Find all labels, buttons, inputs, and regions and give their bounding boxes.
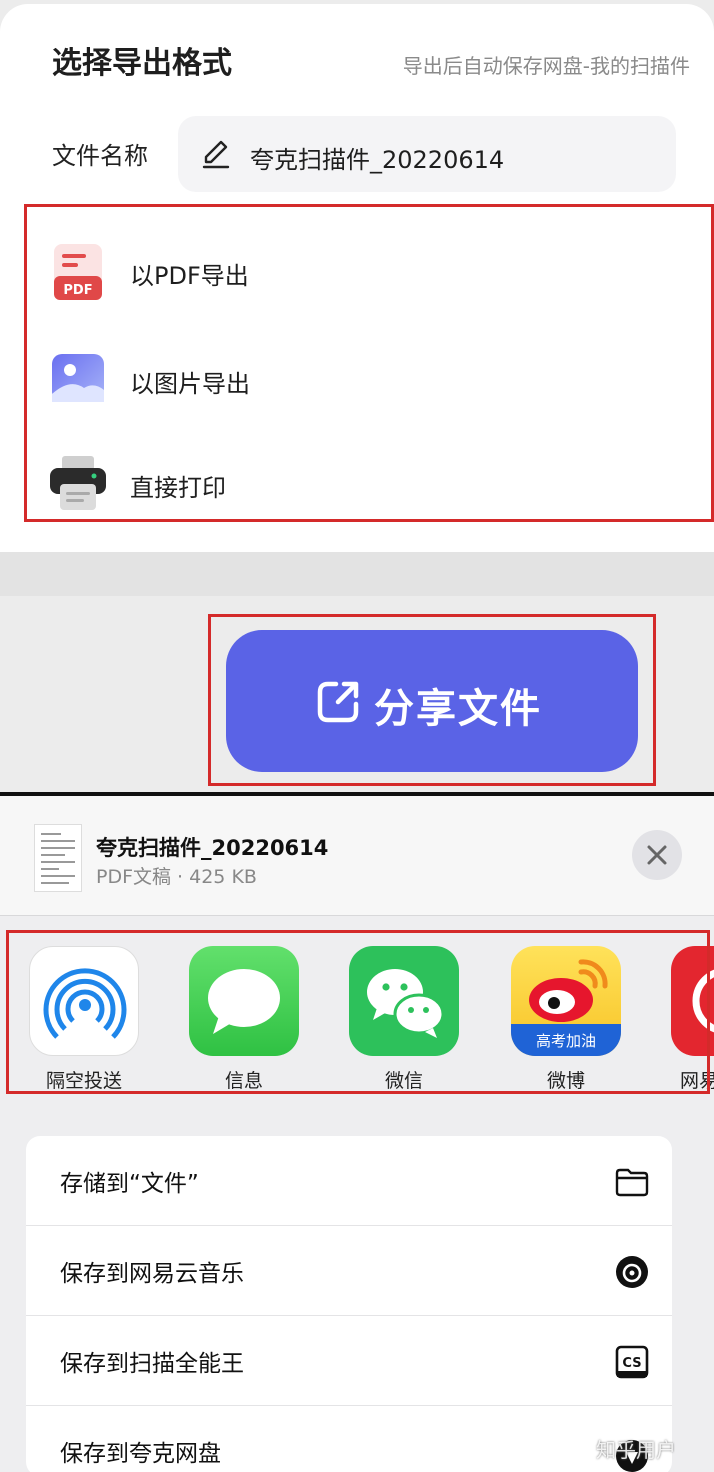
save-to-netease-label: 保存到网易云音乐 bbox=[60, 1261, 244, 1287]
export-card: 选择导出格式 导出后自动保存网盘-我的扫描件 文件名称 夸克扫描件_202206… bbox=[0, 4, 714, 552]
export-image-label: 以图片导出 bbox=[130, 370, 250, 398]
app-netease[interactable]: 网易 bbox=[670, 946, 714, 1093]
weibo-icon: 高考加油 bbox=[511, 946, 621, 1056]
export-pdf-label: 以PDF导出 bbox=[130, 262, 249, 290]
panel-hint: 导出后自动保存网盘-我的扫描件 bbox=[402, 54, 690, 78]
export-image-option[interactable]: 以图片导出 bbox=[48, 350, 668, 420]
close-icon bbox=[647, 845, 667, 865]
close-button[interactable] bbox=[632, 830, 682, 880]
save-to-files-label: 存储到“文件” bbox=[60, 1171, 199, 1197]
share-sheet: 夸克扫描件_20220614 PDF文稿 · 425 KB 隔空投送 信息 微信… bbox=[0, 796, 714, 1472]
share-icon bbox=[317, 681, 359, 723]
folder-icon bbox=[615, 1168, 649, 1197]
app-airdrop-label: 隔空投送 bbox=[45, 1070, 122, 1092]
camscanner-icon: CS bbox=[615, 1345, 649, 1379]
print-option[interactable]: 直接打印 bbox=[48, 454, 668, 524]
netease-music-icon bbox=[671, 946, 714, 1056]
app-netease-label: 网易 bbox=[680, 1070, 714, 1092]
save-to-camscanner-label: 保存到扫描全能王 bbox=[60, 1351, 244, 1377]
document-title: 夸克扫描件_20220614 bbox=[96, 836, 329, 860]
save-to-netease-action[interactable]: 保存到网易云音乐 bbox=[26, 1226, 672, 1316]
filename-label: 文件名称 bbox=[52, 142, 148, 170]
app-wechat-label: 微信 bbox=[384, 1070, 423, 1092]
messages-icon bbox=[189, 946, 299, 1056]
share-actions-list: 存储到“文件” 保存到网易云音乐 保存到扫描全能王 CS 保存到夸克网盘 bbox=[26, 1136, 672, 1472]
app-messages-label: 信息 bbox=[224, 1070, 263, 1092]
app-airdrop[interactable]: 隔空投送 bbox=[28, 946, 140, 1093]
pencil-icon bbox=[202, 140, 230, 169]
filename-value: 夸克扫描件_20220614 bbox=[250, 146, 505, 174]
weibo-badge-text: 高考加油 bbox=[536, 1032, 596, 1050]
save-to-quark-label: 保存到夸克网盘 bbox=[60, 1441, 221, 1467]
app-weibo-label: 微博 bbox=[546, 1070, 585, 1092]
print-label: 直接打印 bbox=[130, 474, 226, 502]
document-meta: PDF文稿 · 425 KB bbox=[96, 866, 257, 888]
export-pdf-option[interactable]: PDF 以PDF导出 bbox=[48, 242, 668, 312]
divider-strip bbox=[0, 552, 714, 596]
save-to-camscanner-action[interactable]: 保存到扫描全能王 CS bbox=[26, 1316, 672, 1406]
share-sheet-header: 夸克扫描件_20220614 PDF文稿 · 425 KB bbox=[0, 796, 714, 916]
printer-icon bbox=[50, 456, 106, 510]
app-weibo[interactable]: 高考加油 微博 bbox=[510, 946, 622, 1093]
camscanner-badge-text: CS bbox=[622, 1356, 641, 1371]
share-file-button[interactable]: 分享文件 bbox=[226, 630, 638, 772]
app-wechat[interactable]: 微信 bbox=[348, 946, 460, 1093]
save-to-files-action[interactable]: 存储到“文件” bbox=[26, 1136, 672, 1226]
airdrop-icon bbox=[29, 946, 139, 1056]
wechat-icon bbox=[349, 946, 459, 1056]
netease-music-icon bbox=[616, 1256, 648, 1288]
export-panel: 选择导出格式 导出后自动保存网盘-我的扫描件 文件名称 夸克扫描件_202206… bbox=[0, 0, 714, 792]
panel-title: 选择导出格式 bbox=[52, 46, 232, 81]
image-icon bbox=[52, 354, 104, 402]
app-messages[interactable]: 信息 bbox=[188, 946, 300, 1093]
save-to-quark-action[interactable]: 保存到夸克网盘 bbox=[26, 1406, 672, 1472]
pdf-file-icon: PDF bbox=[54, 244, 102, 300]
share-file-label: 分享文件 bbox=[374, 686, 542, 732]
document-thumbnail bbox=[34, 824, 82, 892]
watermark: 知乎用户 bbox=[596, 1438, 676, 1462]
filename-field[interactable]: 夸克扫描件_20220614 bbox=[178, 116, 676, 192]
pdf-badge-text: PDF bbox=[63, 283, 92, 298]
